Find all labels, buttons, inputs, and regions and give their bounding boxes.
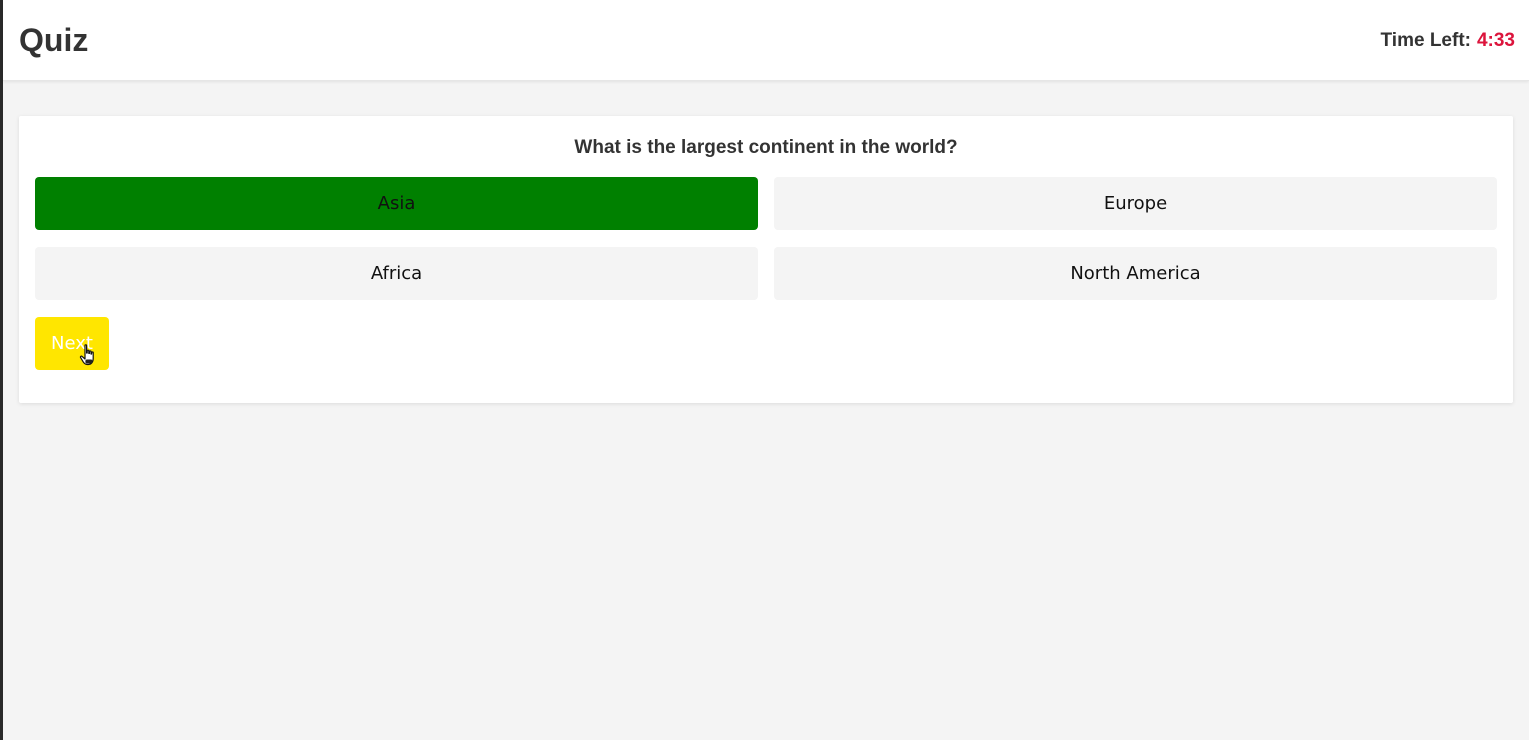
timer-value: 4:33 bbox=[1476, 30, 1515, 51]
option-asia[interactable]: Asia bbox=[35, 177, 758, 230]
quiz-page: Quiz Time Left: 4:33 What is the largest … bbox=[0, 0, 1529, 740]
timer: Time Left: 4:33 bbox=[1381, 29, 1515, 53]
question-card: What is the largest continent in the wor… bbox=[19, 116, 1513, 403]
app-title: Quiz bbox=[19, 22, 89, 58]
app-header: Quiz Time Left: 4:33 bbox=[3, 0, 1529, 81]
question-text: What is the largest continent in the wor… bbox=[574, 137, 958, 158]
timer-label: Time Left: bbox=[1380, 30, 1471, 51]
next-button[interactable]: Next bbox=[35, 317, 109, 370]
option-africa[interactable]: Africa bbox=[35, 247, 758, 300]
option-north-america[interactable]: North America bbox=[774, 247, 1497, 300]
option-europe[interactable]: Europe bbox=[774, 177, 1497, 230]
